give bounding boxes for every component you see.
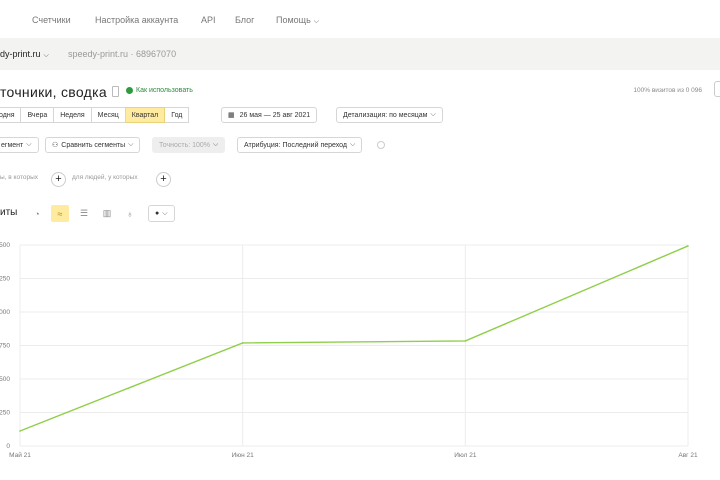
nav-blog[interactable]: Блог (235, 15, 254, 25)
period-yesterday[interactable]: Вчера (21, 107, 55, 123)
x-tick-label: Май 21 (9, 451, 31, 459)
chevron-down-icon: ⌵ (43, 51, 49, 59)
y-tick-label: 0 (6, 443, 10, 450)
site-selector[interactable]: dy-print.ru ⌵ (0, 49, 49, 60)
date-range-label: 26 мая — 25 авг 2021 (239, 111, 311, 119)
bar-chart-icon[interactable]: ▥ (98, 205, 116, 222)
chevron-down-icon: ⌵ (213, 141, 219, 148)
page-title: точники, сводка (0, 84, 107, 100)
y-tick-label: 250 (0, 276, 10, 283)
map-pin-icon[interactable]: ♁ (121, 205, 139, 222)
chevron-down-icon: ⌵ (313, 18, 320, 25)
segment-dropdown[interactable]: егмент ⌵ (0, 137, 39, 153)
period-today[interactable]: одня (0, 107, 22, 123)
data-point (19, 430, 21, 432)
chart-options-dropdown[interactable]: ● ⌵ (148, 205, 175, 222)
calendar-icon: ▦ (228, 112, 235, 119)
line-chart-icon[interactable]: ≈ (51, 205, 69, 222)
data-point (687, 245, 689, 247)
nav-account-settings[interactable]: Настройка аккаунта (95, 15, 178, 25)
visits-sample: 100% визитов из 0 096 (633, 87, 702, 94)
site-bar: dy-print.ru ⌵ speedy-print.ru · 68967070 (0, 38, 720, 70)
y-tick-label: 250 (0, 410, 10, 417)
date-range-button[interactable]: ▦ 26 мая — 25 авг 2021 (221, 107, 318, 123)
chevron-down-icon: ⌵ (350, 141, 356, 148)
nav-counters[interactable]: Счетчики (32, 15, 71, 25)
chevron-down-icon: ⌵ (430, 111, 436, 118)
x-tick-label: Авг 21 (678, 452, 698, 459)
pie-chart-icon[interactable]: ◔ (28, 205, 46, 222)
visits-line-chart: 0 250 500 750 000 250 500 Май 21 Июн 21 Июл 21 Авг… (0, 242, 698, 459)
add-people-filter-button[interactable]: + (156, 172, 171, 187)
y-tick-label: 750 (0, 343, 10, 350)
counter-info: speedy-print.ru · 68967070 (68, 49, 177, 59)
filter-people-label: для людей, у которых (72, 174, 138, 181)
period-month[interactable]: Месяц (91, 107, 126, 123)
help-icon[interactable] (377, 141, 385, 149)
nav-help[interactable]: Помощь ⌵ (276, 15, 319, 26)
segment-label: егмент (1, 141, 24, 149)
how-to-use-label: Как использовать (136, 87, 193, 94)
stacked-area-icon[interactable]: ☰ (75, 205, 93, 222)
filter-visits-label: ы, в которых (0, 174, 38, 181)
data-point (241, 342, 244, 344)
accuracy-label: Точность: 100% (159, 141, 211, 149)
series-line (19, 245, 689, 432)
nav-api[interactable]: API (201, 15, 216, 25)
how-to-use-link[interactable]: Как использовать (126, 87, 193, 94)
compare-icon: ⚇ (52, 142, 59, 149)
data-point (464, 340, 467, 342)
attribution-dropdown[interactable]: Атрибуция: Последний переход ⌵ (237, 137, 363, 153)
detail-label: Детализация: по месяцам (343, 111, 428, 119)
nav-help-label: Помощь (276, 15, 311, 25)
y-tick-label: 500 (0, 376, 10, 383)
y-tick-label: 000 (0, 309, 10, 316)
metrics-label: иты (0, 207, 18, 218)
chart-options-icon: ● (155, 210, 160, 217)
top-navigation: Счетчики Настройка аккаунта API Блог Пом… (0, 0, 720, 38)
y-tick-label: 500 (0, 242, 10, 249)
period-year[interactable]: Год (165, 107, 190, 123)
settings-button[interactable] (714, 81, 720, 97)
chevron-down-icon: ⌵ (26, 141, 32, 148)
period-selector: одня Вчера Неделя Месяц Квартал Год (0, 107, 190, 123)
bookmark-icon[interactable] (112, 86, 119, 97)
x-tick-label: Июн 21 (232, 452, 255, 459)
attribution-label: Атрибуция: Последний переход (244, 141, 348, 149)
chevron-down-icon: ⌵ (128, 141, 134, 148)
add-visit-filter-button[interactable]: + (51, 172, 66, 187)
period-week[interactable]: Неделя (54, 107, 92, 123)
period-quarter[interactable]: Квартал (125, 107, 166, 123)
compare-segments-dropdown[interactable]: ⚇ Сравнить сегменты ⌵ (45, 137, 141, 153)
detail-dropdown[interactable]: Детализация: по месяцам ⌵ (336, 107, 443, 123)
x-tick-label: Июл 21 (454, 452, 477, 459)
accuracy-dropdown[interactable]: Точность: 100% ⌵ (152, 137, 226, 153)
compare-label: Сравнить сегменты (61, 141, 126, 149)
info-icon (126, 87, 133, 94)
chevron-down-icon: ⌵ (162, 209, 168, 217)
site-name: dy-print.ru (0, 48, 41, 59)
